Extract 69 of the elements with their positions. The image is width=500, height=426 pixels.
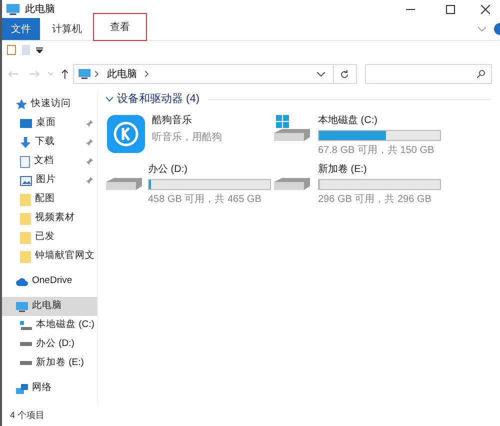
computer-icon bbox=[6, 4, 20, 15]
folder-icon bbox=[20, 212, 31, 224]
address-field[interactable]: 此电脑 bbox=[73, 64, 334, 84]
drive-item[interactable]: 本地磁盘 (C:) 67.8 GB 可用，共 150 GB bbox=[272, 111, 490, 158]
ribbon-tab[interactable]: 计算机 bbox=[40, 18, 94, 40]
sidebar-item[interactable]: 本地磁盘 (C:) bbox=[2, 316, 97, 335]
window-title: 此电脑 bbox=[25, 2, 56, 17]
minimize-icon[interactable] bbox=[406, 9, 414, 10]
computer-icon bbox=[78, 69, 92, 79]
file-tab[interactable]: 文件 bbox=[2, 18, 40, 40]
sidebar-item[interactable]: 配图 bbox=[2, 190, 97, 209]
free-space-text: 67.8 GB 可用，共 150 GB bbox=[318, 144, 436, 158]
breadcrumb-chevron-icon bbox=[95, 71, 100, 77]
network-icon bbox=[16, 384, 28, 394]
drive-item[interactable]: 办公 (D:) 458 GB 可用，共 465 GB bbox=[106, 160, 271, 207]
status-text: 4 个项目 bbox=[10, 408, 45, 422]
folder-icon bbox=[20, 194, 31, 206]
free-space-text: 296 GB 可用，共 296 GB bbox=[318, 192, 432, 207]
item-name: 办公 (D:) bbox=[148, 162, 188, 177]
folder-icon bbox=[20, 250, 31, 262]
item-name: 酷狗音乐 bbox=[152, 114, 193, 128]
item-name: 新加卷 (E:) bbox=[318, 162, 368, 177]
sidebar-item[interactable]: 视频素材 bbox=[2, 209, 97, 228]
sidebar-item[interactable]: 此电脑 bbox=[2, 297, 97, 316]
sidebar-item[interactable]: 桌面 bbox=[2, 114, 97, 133]
sidebar-item[interactable]: 钟墙献官网文 bbox=[2, 247, 97, 266]
free-space-text: 458 GB 可用，共 465 GB bbox=[148, 192, 262, 207]
customize-toolbar-icon[interactable] bbox=[36, 47, 43, 53]
sidebar-item[interactable]: 快速访问 bbox=[2, 95, 97, 114]
app-logo-icon bbox=[107, 115, 145, 153]
document-icon bbox=[20, 156, 30, 168]
ribbon-tab[interactable]: 查看 bbox=[94, 14, 146, 40]
collapse-chevron-icon[interactable] bbox=[106, 96, 113, 102]
sidebar-item[interactable]: OneDrive bbox=[2, 272, 97, 291]
desktop-icon bbox=[20, 118, 32, 128]
sidebar-item[interactable]: 已发 bbox=[2, 228, 97, 247]
maximize-icon[interactable] bbox=[446, 5, 454, 14]
refresh-icon bbox=[340, 70, 350, 78]
item-name: 本地磁盘 (C:) bbox=[318, 114, 378, 128]
star-icon bbox=[16, 99, 27, 110]
computer-icon bbox=[16, 302, 28, 312]
hard-drive-icon bbox=[106, 178, 142, 190]
drive-icon bbox=[20, 342, 32, 347]
up-arrow-icon[interactable] bbox=[61, 69, 70, 79]
hard-drive-icon bbox=[274, 115, 310, 141]
cloud-icon bbox=[16, 278, 28, 286]
refresh-button[interactable] bbox=[334, 64, 358, 84]
sidebar-item[interactable]: 下载 bbox=[2, 133, 97, 152]
drive-icon bbox=[20, 320, 32, 330]
folder-icon bbox=[20, 232, 31, 244]
sidebar-item[interactable]: 文档 bbox=[2, 152, 97, 171]
sidebar-item[interactable]: 网络 bbox=[2, 379, 97, 398]
chevron-down-icon[interactable] bbox=[316, 72, 325, 76]
search-icon bbox=[476, 70, 485, 78]
item-subtitle: 听音乐，用酷狗 bbox=[152, 130, 222, 145]
close-icon[interactable] bbox=[480, 5, 490, 14]
section-header[interactable]: 设备和驱动器 (4) bbox=[117, 90, 200, 108]
address-path[interactable]: 此电脑 bbox=[107, 66, 138, 82]
breadcrumb-chevron-icon bbox=[145, 71, 150, 77]
sidebar-item[interactable]: 新加卷 (E:) bbox=[2, 354, 97, 373]
picture-icon bbox=[20, 176, 32, 186]
drive-item[interactable]: 酷狗音乐 听音乐，用酷狗 bbox=[106, 111, 271, 158]
drive-icon bbox=[20, 361, 32, 366]
download-arrow-icon bbox=[20, 137, 31, 148]
sidebar-item[interactable]: 图片 bbox=[2, 171, 97, 190]
search-field[interactable] bbox=[365, 64, 492, 84]
drive-item[interactable]: 新加卷 (E:) 296 GB 可用，共 296 GB bbox=[272, 160, 490, 207]
hard-drive-icon bbox=[274, 178, 310, 190]
sidebar-item[interactable]: 办公 (D:) bbox=[2, 335, 97, 354]
